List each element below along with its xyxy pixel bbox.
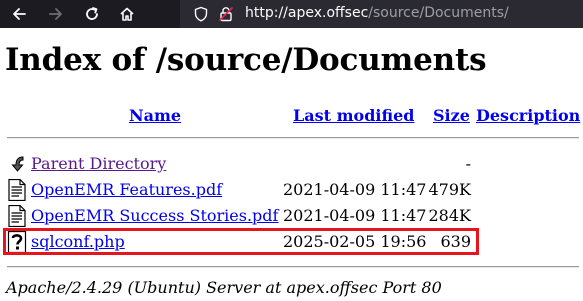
document-icon — [8, 179, 26, 201]
file-size: 284K — [428, 206, 472, 225]
highlight-annotation-box — [3, 228, 479, 255]
home-button[interactable] — [116, 4, 138, 24]
url-text[interactable]: http://apex.offsec/source/Documents/ — [245, 5, 509, 21]
reload-button[interactable] — [81, 4, 103, 24]
last-modified: 2021-04-09 11:47 — [283, 180, 427, 199]
forward-button[interactable] — [45, 4, 67, 24]
column-header-last-modified[interactable]: Last modified — [293, 106, 414, 126]
last-modified: 2021-04-09 11:47 — [283, 206, 427, 225]
back-arrow-icon — [13, 8, 26, 20]
page-title: Index of /source/Documents — [5, 42, 487, 78]
insecure-lock-icon[interactable] — [218, 6, 234, 22]
column-header-size[interactable]: Size — [433, 106, 470, 126]
forward-arrow-icon — [49, 8, 62, 20]
back-button[interactable] — [8, 4, 30, 24]
header-divider — [7, 137, 579, 139]
file-size: 479K — [428, 180, 472, 199]
column-header-name[interactable]: Name — [129, 106, 181, 126]
url-host: http://apex.offsec — [245, 5, 369, 21]
address-bar[interactable]: http://apex.offsec/source/Documents/ — [180, 0, 583, 28]
url-path: /source/Documents/ — [368, 5, 509, 21]
home-icon — [120, 7, 134, 21]
file-size: - — [465, 154, 471, 173]
footer-divider — [7, 266, 579, 268]
document-icon — [8, 205, 26, 227]
file-link[interactable]: OpenEMR Features.pdf — [31, 180, 222, 200]
back-icon — [7, 153, 27, 175]
file-link[interactable]: OpenEMR Success Stories.pdf — [31, 206, 278, 226]
browser-toolbar: http://apex.offsec/source/Documents/ — [0, 0, 583, 28]
shield-icon[interactable] — [193, 6, 209, 22]
server-signature: Apache/2.4.29 (Ubuntu) Server at apex.of… — [6, 278, 442, 297]
file-link-parent-directory[interactable]: Parent Directory — [31, 154, 166, 174]
reload-icon — [86, 7, 98, 20]
column-header-description[interactable]: Description — [476, 106, 580, 126]
